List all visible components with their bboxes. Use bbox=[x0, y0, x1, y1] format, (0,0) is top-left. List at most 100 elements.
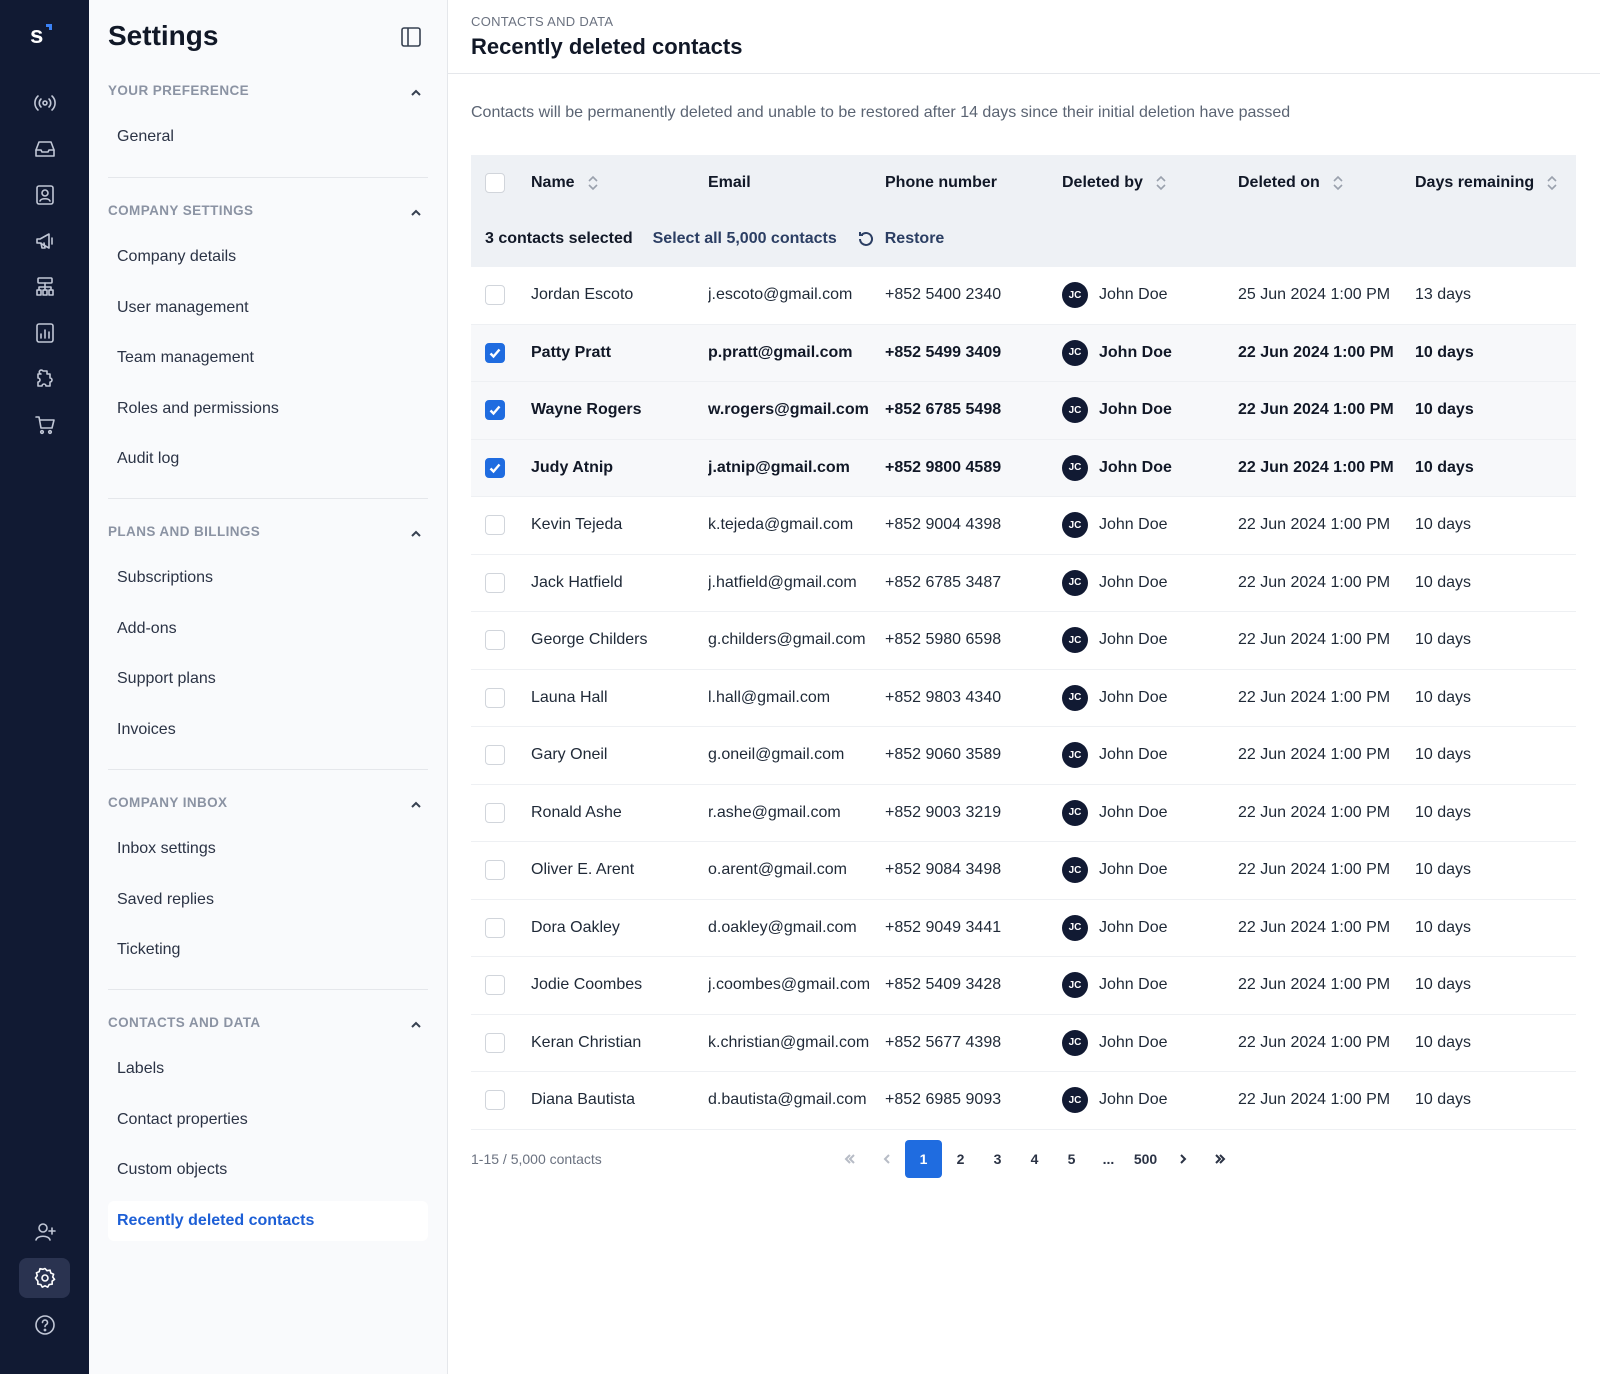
column-name[interactable]: Name bbox=[531, 155, 701, 211]
integrations-icon[interactable] bbox=[19, 359, 70, 399]
last-page-icon[interactable] bbox=[1201, 1140, 1238, 1178]
row-checkbox[interactable] bbox=[485, 860, 505, 880]
table-row[interactable]: Kevin Tejeda k.tejeda@gmail.com +852 9004 … bbox=[471, 497, 1576, 555]
chevron-up-icon[interactable] bbox=[408, 797, 424, 813]
sidebar-item-invoices[interactable]: Invoices bbox=[108, 710, 428, 750]
sidebar-item-add-ons[interactable]: Add-ons bbox=[108, 609, 428, 649]
contacts-icon[interactable] bbox=[19, 175, 70, 215]
prev-page-icon[interactable] bbox=[868, 1140, 905, 1178]
deleted-by-name: John Doe bbox=[1099, 976, 1168, 993]
sort-icon[interactable] bbox=[587, 174, 599, 192]
sidebar-item-subscriptions[interactable]: Subscriptions bbox=[108, 558, 428, 598]
section-heading-plans-and-billings[interactable]: PLANS AND BILLINGS bbox=[108, 524, 428, 546]
row-checkbox[interactable] bbox=[485, 745, 505, 765]
sidebar-item-roles-and-permissions[interactable]: Roles and permissions bbox=[108, 389, 428, 429]
table-row[interactable]: Jordan Escoto j.escoto@gmail.com +852 5400… bbox=[471, 267, 1576, 325]
table-row[interactable]: Wayne Rogers w.rogers@gmail.com +852 6785 … bbox=[471, 382, 1576, 440]
table-row[interactable]: Keran Christian k.christian@gmail.com +852… bbox=[471, 1015, 1576, 1072]
sort-icon[interactable] bbox=[1332, 174, 1344, 192]
sidebar-item-recently-deleted-contacts[interactable]: Recently deleted contacts bbox=[108, 1200, 428, 1241]
sidebar-item-contact-properties[interactable]: Contact properties bbox=[108, 1100, 428, 1140]
chevron-up-icon[interactable] bbox=[408, 526, 424, 542]
deleted-by: JC John Doe bbox=[1062, 440, 1232, 496]
sidebar-item-custom-objects[interactable]: Custom objects bbox=[108, 1150, 428, 1190]
app-logo[interactable]: s bbox=[30, 22, 62, 54]
next-page-icon[interactable] bbox=[1164, 1140, 1201, 1178]
table-row[interactable]: Ronald Ashe r.ashe@gmail.com +852 9003 321… bbox=[471, 785, 1576, 842]
table-row[interactable]: Jack Hatfield j.hatfield@gmail.com +852 67… bbox=[471, 555, 1576, 612]
sidebar-item-saved-replies[interactable]: Saved replies bbox=[108, 880, 428, 920]
sidebar-collapse-icon[interactable] bbox=[400, 26, 422, 48]
deleted-on: 22 Jun 2024 1:00 PM bbox=[1238, 343, 1394, 361]
deletion-notice: Contacts will be permanently deleted and… bbox=[471, 104, 1291, 121]
table-row[interactable]: Judy Atnip j.atnip@gmail.com +852 9800 458… bbox=[471, 439, 1576, 497]
help-icon[interactable] bbox=[19, 1305, 70, 1345]
sidebar-item-user-management[interactable]: User management bbox=[108, 288, 428, 328]
table-row[interactable]: Oliver E. Arent o.arent@gmail.com +852 908… bbox=[471, 842, 1576, 900]
table-row[interactable]: Patty Pratt p.pratt@gmail.com +852 5499 34… bbox=[471, 324, 1576, 382]
select-all-link[interactable]: Select all 5,000 contacts bbox=[653, 230, 837, 248]
sort-icon[interactable] bbox=[1155, 174, 1167, 192]
column-deleted-by[interactable]: Deleted by bbox=[1062, 155, 1232, 211]
cart-icon[interactable] bbox=[19, 405, 70, 445]
restore-button[interactable]: Restore bbox=[857, 230, 944, 248]
row-checkbox[interactable] bbox=[485, 687, 505, 708]
chevron-up-icon[interactable] bbox=[408, 1017, 424, 1033]
page-button[interactable]: 5 bbox=[1053, 1140, 1090, 1178]
broadcast-icon[interactable] bbox=[19, 83, 70, 123]
row-checkbox[interactable] bbox=[485, 572, 505, 593]
table-row[interactable]: Gary Oneil g.oneil@gmail.com +852 9060 358… bbox=[471, 727, 1576, 785]
sidebar-item-audit-log[interactable]: Audit log bbox=[108, 439, 428, 479]
inbox-icon[interactable] bbox=[19, 129, 70, 169]
select-all-checkbox[interactable] bbox=[485, 173, 505, 193]
column-days-remaining[interactable]: Days remaining bbox=[1415, 155, 1565, 211]
megaphone-icon[interactable] bbox=[19, 221, 70, 261]
table-footer: 1-15 / 5,000 contacts 1 2 3 4 5... 500 bbox=[471, 1140, 1576, 1180]
row-checkbox[interactable] bbox=[485, 802, 505, 823]
sidebar-item-support-plans[interactable]: Support plans bbox=[108, 659, 428, 699]
row-checkbox[interactable] bbox=[485, 515, 505, 535]
sort-icon[interactable] bbox=[1546, 174, 1558, 192]
row-checkbox[interactable] bbox=[485, 400, 505, 420]
page-button[interactable]: 3 bbox=[979, 1140, 1016, 1178]
workflow-icon[interactable] bbox=[19, 267, 70, 307]
chevron-up-icon[interactable] bbox=[408, 205, 424, 221]
page-button[interactable]: 2 bbox=[942, 1140, 979, 1178]
contact-phone: +852 9004 4398 bbox=[885, 516, 1002, 533]
page-button[interactable]: 1 bbox=[905, 1140, 942, 1178]
table-row[interactable]: Launa Hall l.hall@gmail.com +852 9803 4340… bbox=[471, 670, 1576, 727]
row-checkbox[interactable] bbox=[485, 457, 505, 478]
sidebar-item-ticketing[interactable]: Ticketing bbox=[108, 930, 428, 970]
page-button[interactable]: 500 bbox=[1127, 1140, 1164, 1178]
row-checkbox[interactable] bbox=[485, 342, 505, 363]
section-heading-contacts-and-data[interactable]: CONTACTS AND DATA bbox=[108, 1015, 428, 1037]
deleted-by: JC John Doe bbox=[1062, 785, 1232, 841]
sidebar-item-labels[interactable]: Labels bbox=[108, 1049, 428, 1089]
column-deleted-on[interactable]: Deleted on bbox=[1238, 155, 1406, 211]
row-checkbox[interactable] bbox=[485, 630, 505, 650]
sidebar-item-inbox-settings[interactable]: Inbox settings bbox=[108, 829, 428, 869]
row-checkbox[interactable] bbox=[485, 285, 505, 305]
table-row[interactable]: Diana Bautista d.bautista@gmail.com +852 6… bbox=[471, 1072, 1576, 1130]
table-row[interactable]: Dora Oakley d.oakley@gmail.com +852 9049 3… bbox=[471, 900, 1576, 957]
contact-email: k.christian@gmail.com bbox=[708, 1033, 870, 1051]
row-checkbox[interactable] bbox=[485, 917, 505, 938]
invite-user-icon[interactable] bbox=[19, 1212, 70, 1252]
section-heading-your-preference[interactable]: YOUR PREFERENCE bbox=[108, 83, 428, 105]
settings-icon[interactable] bbox=[19, 1258, 70, 1298]
sidebar-item-general[interactable]: General bbox=[108, 117, 428, 157]
page-button[interactable]: 4 bbox=[1016, 1140, 1053, 1178]
section-heading-company-inbox[interactable]: COMPANY INBOX bbox=[108, 795, 428, 817]
section-heading-company-settings[interactable]: COMPANY SETTINGS bbox=[108, 203, 428, 225]
row-checkbox[interactable] bbox=[485, 1032, 505, 1053]
table-row[interactable]: George Childers g.childers@gmail.com +852 … bbox=[471, 612, 1576, 670]
table-row[interactable]: Jodie Coombes j.coombes@gmail.com +852 540… bbox=[471, 957, 1576, 1015]
row-checkbox[interactable] bbox=[485, 975, 505, 995]
reports-icon[interactable] bbox=[19, 313, 70, 353]
section-divider bbox=[108, 177, 428, 178]
row-checkbox[interactable] bbox=[485, 1090, 505, 1110]
sidebar-item-team-management[interactable]: Team management bbox=[108, 338, 428, 378]
sidebar-item-company-details[interactable]: Company details bbox=[108, 237, 428, 277]
first-page-icon[interactable] bbox=[831, 1140, 868, 1178]
chevron-up-icon[interactable] bbox=[408, 85, 424, 101]
